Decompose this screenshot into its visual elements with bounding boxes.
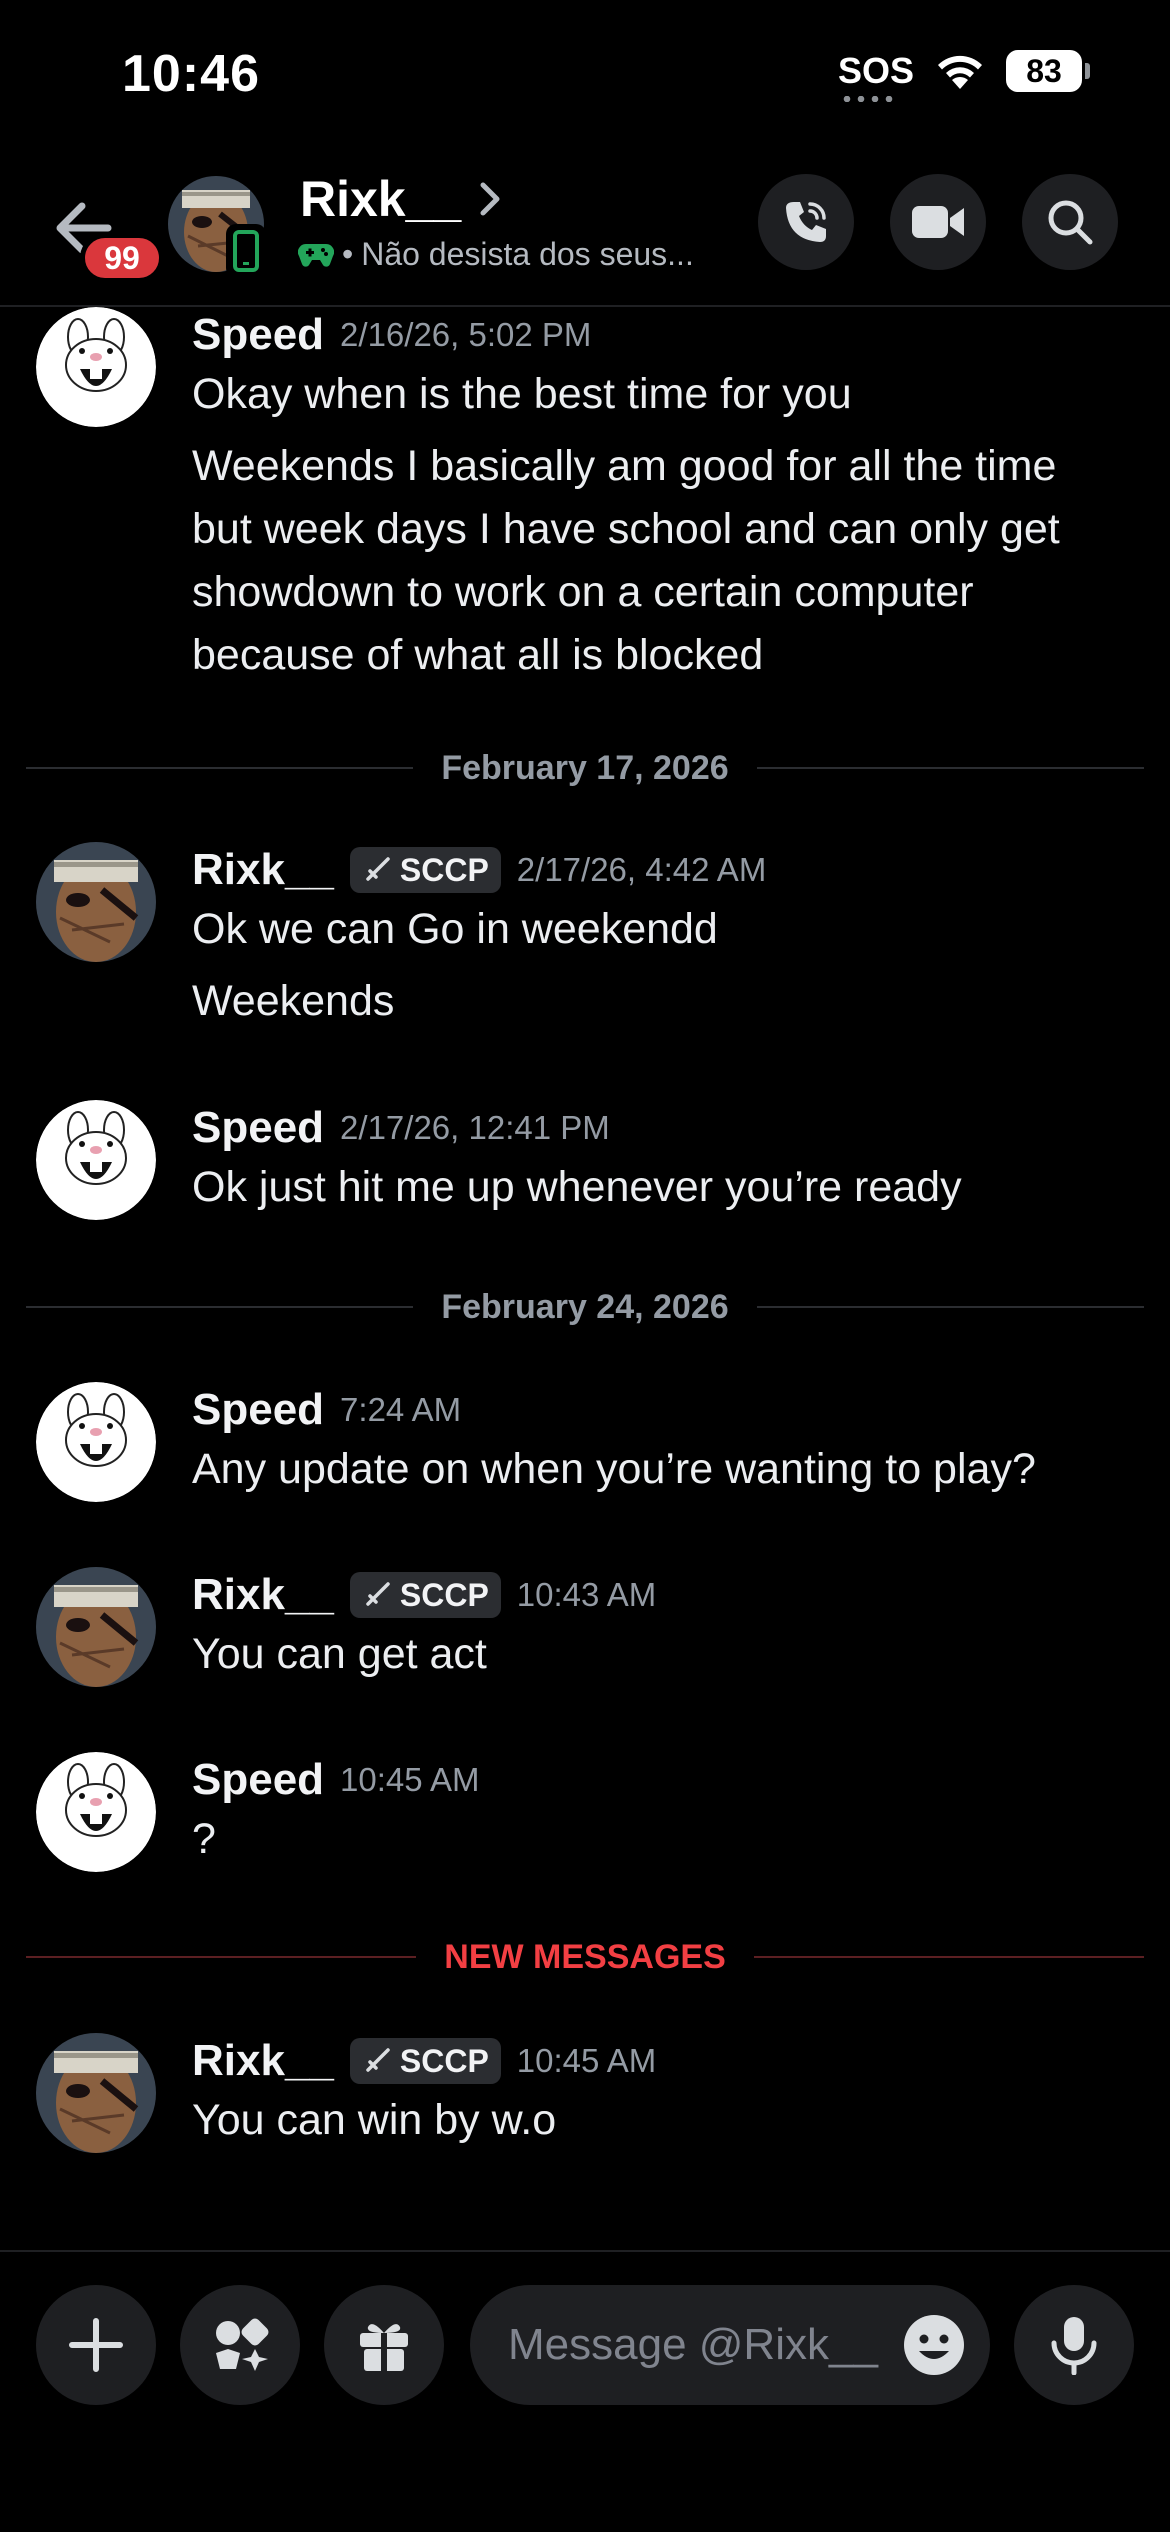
message-author[interactable]: Speed [192, 1103, 324, 1153]
gift-button[interactable] [324, 2285, 444, 2405]
message-header: Speed 7:24 AM [192, 1382, 461, 1438]
custom-status-text: Não desista dos seus... [361, 236, 694, 272]
dm-header: 99 Rixk__ • Não desista dos seus... [0, 150, 1170, 307]
message-text: Ok we can Go in weekendd [192, 905, 718, 953]
rixk-avatar[interactable] [36, 2033, 156, 2153]
message-timestamp: 2/17/26, 4:42 AM [516, 851, 767, 888]
message-text: You can win by w.o [192, 2096, 557, 2144]
message-text: ? [192, 1815, 216, 1863]
dm-username[interactable]: Rixk__ [300, 170, 501, 228]
speed-avatar[interactable] [36, 307, 156, 427]
message-timestamp: 2/17/26, 12:41 PM [340, 1109, 610, 1146]
message-composer [0, 2250, 1170, 2532]
apps-button[interactable] [180, 2285, 300, 2405]
apps-icon [216, 2318, 269, 2371]
message-text: but week days I have school and can only… [192, 505, 1060, 553]
message-list[interactable]: Speed 2/16/26, 5:02 PM Okay when is the … [0, 307, 1170, 2250]
game-controller-icon [298, 243, 334, 267]
message-header: Speed 2/17/26, 12:41 PM [192, 1100, 610, 1156]
mobile-status-icon [226, 224, 266, 278]
message-author[interactable]: Rixk__ [192, 1570, 334, 1620]
phone-call-icon [786, 202, 826, 242]
message-header: Rixk__ SCCP 10:43 AM [192, 1567, 656, 1623]
server-tag[interactable]: SCCP [349, 847, 501, 893]
message-timestamp: 7:24 AM [340, 1391, 462, 1428]
message-timestamp: 10:45 AM [516, 2042, 657, 2079]
date-divider: February 17, 2026 [26, 748, 1145, 788]
new-messages-divider: NEW MESSAGES [26, 1937, 1145, 1977]
sword-icon [366, 2048, 390, 2072]
server-tag[interactable]: SCCP [349, 1572, 501, 1618]
chevron-right-icon [480, 182, 500, 216]
speed-avatar[interactable] [36, 1100, 156, 1220]
sos-indicator: SOS [838, 50, 914, 102]
message-author[interactable]: Rixk__ [192, 845, 334, 895]
status-icons: SOS 83 [838, 50, 1090, 102]
message-timestamp: 10:45 AM [340, 1761, 480, 1798]
video-camera-icon [912, 206, 964, 238]
voice-message-button[interactable] [1014, 2285, 1134, 2405]
message-text: Okay when is the best time for you [192, 370, 852, 418]
message-timestamp: 10:43 AM [516, 1576, 657, 1613]
speed-avatar[interactable] [36, 1752, 156, 1872]
emoji-icon[interactable] [902, 2313, 966, 2377]
message-input-container[interactable] [470, 2285, 990, 2405]
message-text: showdown to work on a certain computer [192, 568, 974, 616]
wifi-icon [938, 55, 982, 89]
message-text: Any update on when you’re wanting to pla… [192, 1445, 1036, 1493]
message-text: Ok just hit me up whenever you’re ready [192, 1163, 962, 1211]
date-divider: February 24, 2026 [26, 1287, 1145, 1327]
microphone-icon [1051, 2317, 1097, 2375]
message-author[interactable]: Speed [192, 310, 324, 360]
server-tag[interactable]: SCCP [349, 2038, 501, 2084]
status-time: 10:46 [122, 45, 260, 103]
message-text: Weekends [192, 977, 395, 1025]
message-text: Weekends I basically am good for all the… [192, 442, 1057, 490]
message-header: Speed 2/16/26, 5:02 PM [192, 307, 591, 363]
message-input[interactable] [508, 2285, 908, 2405]
rixk-avatar[interactable] [36, 842, 156, 962]
search-button[interactable] [1022, 174, 1118, 270]
battery-icon: 83 [1006, 50, 1090, 92]
rixk-avatar[interactable] [36, 1567, 156, 1687]
sword-icon [366, 857, 390, 881]
video-call-button[interactable] [890, 174, 986, 270]
battery-level: 83 [1006, 50, 1082, 92]
custom-status[interactable]: • Não desista dos seus... [298, 236, 694, 273]
message-timestamp: 2/16/26, 5:02 PM [340, 316, 592, 353]
message-header: Rixk__ SCCP 2/17/26, 4:42 AM [192, 842, 766, 898]
message-header: Speed 10:45 AM [192, 1752, 479, 1808]
status-bar: 10:46 SOS 83 [0, 0, 1170, 150]
speed-avatar[interactable] [36, 1382, 156, 1502]
message-text: because of what all is blocked [192, 631, 764, 679]
attach-button[interactable] [36, 2285, 156, 2405]
message-author[interactable]: Rixk__ [192, 2036, 334, 2086]
message-author[interactable]: Speed [192, 1385, 324, 1435]
message-text: You can get act [192, 1630, 487, 1678]
signal-dots-icon [839, 96, 898, 102]
message-header: Rixk__ SCCP 10:45 AM [192, 2033, 656, 2089]
sword-icon [366, 1582, 390, 1606]
unread-badge: 99 [80, 233, 164, 283]
voice-call-button[interactable] [758, 174, 854, 270]
message-author[interactable]: Speed [192, 1755, 324, 1805]
gift-icon [360, 2324, 408, 2371]
plus-icon [69, 2318, 123, 2372]
search-icon [1048, 200, 1093, 245]
